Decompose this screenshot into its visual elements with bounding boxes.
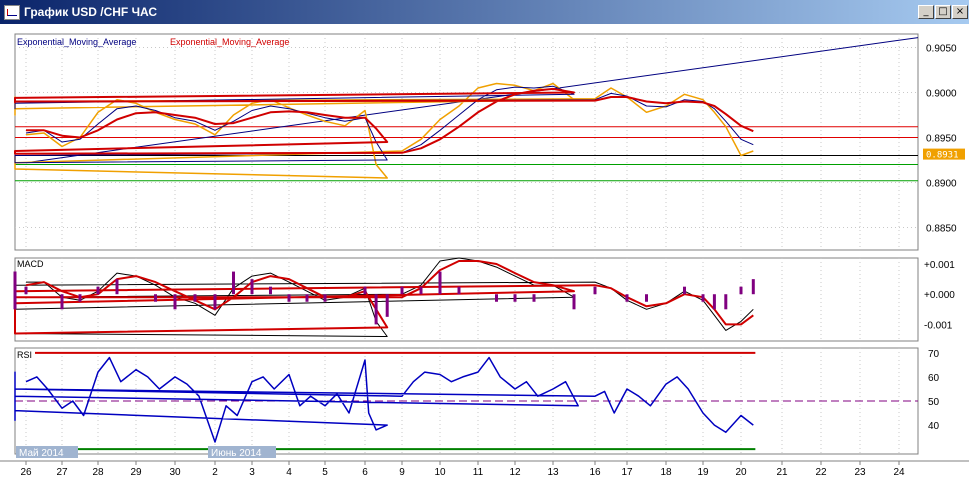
day-tick-label: 17 bbox=[621, 467, 633, 478]
day-tick-label: 3 bbox=[249, 467, 255, 478]
current-price-label: 0.8931 bbox=[926, 151, 959, 161]
price-tick-label: 0.8950 bbox=[926, 134, 957, 145]
chart-icon bbox=[4, 5, 20, 20]
restore-button[interactable]: □ bbox=[935, 5, 951, 19]
macd-tick-label: +0.001 bbox=[924, 260, 955, 271]
day-tick-label: 21 bbox=[776, 467, 788, 478]
price-tick-label: 0.9050 bbox=[926, 44, 957, 55]
day-tick-label: 4 bbox=[286, 467, 292, 478]
macd-label: MACD bbox=[17, 259, 44, 269]
minimize-button[interactable]: _ bbox=[918, 5, 934, 19]
rsi-tick-label: 70 bbox=[928, 349, 940, 360]
panel-frame-price bbox=[14, 33, 919, 251]
day-tick-label: 20 bbox=[735, 467, 747, 478]
rsi-tick-label: 60 bbox=[928, 373, 940, 384]
month-badge-june-label: Июнь 2014 bbox=[211, 448, 262, 459]
rsi-tick-label: 40 bbox=[928, 421, 940, 432]
day-tick-label: 10 bbox=[434, 467, 446, 478]
day-tick-label: 2 bbox=[212, 467, 218, 478]
day-tick-label: 27 bbox=[56, 467, 68, 478]
day-tick-label: 22 bbox=[815, 467, 827, 478]
day-tick-label: 6 bbox=[362, 467, 368, 478]
day-tick-label: 28 bbox=[92, 467, 104, 478]
price-tick-label: 0.9000 bbox=[926, 89, 957, 100]
day-tick-label: 12 bbox=[509, 467, 521, 478]
day-tick-label: 11 bbox=[473, 467, 484, 478]
day-tick-label: 5 bbox=[322, 467, 328, 478]
close-button[interactable]: × bbox=[952, 5, 968, 19]
day-tick-label: 29 bbox=[130, 467, 142, 478]
month-badge-may-label: Май 2014 bbox=[19, 448, 64, 459]
day-tick-label: 9 bbox=[399, 467, 405, 478]
legend-ema-fast: Exponential_Moving_Average bbox=[17, 37, 136, 47]
chart-svg[interactable]: 0.9050 0.9000 0.8950 0.8900 0.8850 +0.001 +0.0… bbox=[0, 24, 969, 486]
day-tick-label: 30 bbox=[169, 467, 181, 478]
day-tick-label: 16 bbox=[589, 467, 601, 478]
legend-ema-slow: Exponential_Moving_Average bbox=[170, 37, 289, 47]
day-tick-label: 13 bbox=[547, 467, 559, 478]
price-tick-label: 0.8900 bbox=[926, 179, 957, 190]
rsi-tick-label: 50 bbox=[928, 397, 940, 408]
window-title: График USD /CHF ЧАС bbox=[24, 5, 158, 19]
rsi-label: RSI bbox=[17, 350, 32, 360]
day-tick-label: 24 bbox=[893, 467, 905, 478]
price-tick-label: 0.8850 bbox=[926, 224, 957, 235]
window-titlebar[interactable]: График USD /CHF ЧАС _ □ × bbox=[0, 0, 969, 24]
day-tick-label: 19 bbox=[697, 467, 709, 478]
macd-tick-label: +0.000 bbox=[924, 290, 955, 301]
day-tick-label: 23 bbox=[854, 467, 866, 478]
day-tick-label: 26 bbox=[20, 467, 32, 478]
day-tick-label: 18 bbox=[660, 467, 672, 478]
macd-tick-label: -0.001 bbox=[924, 320, 953, 331]
chart-area[interactable]: 0.9050 0.9000 0.8950 0.8900 0.8850 +0.001 +0.0… bbox=[0, 24, 969, 486]
